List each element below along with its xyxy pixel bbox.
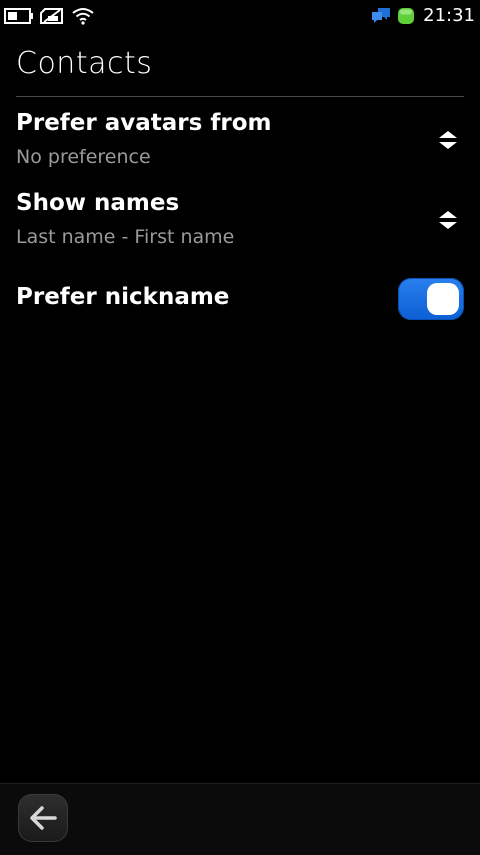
status-bar-right: 21:31	[371, 4, 475, 28]
page-title: Contacts	[16, 46, 153, 81]
setting-prefer-avatars[interactable]: Prefer avatars from No preference	[0, 104, 480, 180]
picker-icon[interactable]	[436, 208, 460, 232]
back-arrow-icon	[30, 806, 57, 830]
setting-title: Prefer nickname	[16, 284, 230, 310]
bottom-toolbar	[0, 783, 480, 855]
battery-icon	[4, 8, 33, 24]
chat-icon	[372, 8, 391, 23]
picker-icon[interactable]	[436, 128, 460, 152]
setting-show-names[interactable]: Show names Last name - First name	[0, 184, 480, 260]
prefer-nickname-toggle[interactable]	[398, 278, 464, 320]
setting-title: Show names	[16, 190, 180, 216]
header-divider	[16, 96, 464, 97]
sim-icon	[40, 8, 63, 24]
status-bar-left	[4, 6, 94, 26]
setting-prefer-nickname: Prefer nickname	[0, 276, 480, 322]
setting-title: Prefer avatars from	[16, 110, 272, 136]
wifi-icon	[72, 8, 94, 25]
toggle-knob	[427, 283, 459, 315]
status-bar: 21:31	[0, 0, 480, 34]
setting-value: Last name - First name	[16, 226, 235, 248]
back-button[interactable]	[18, 794, 68, 842]
setting-value: No preference	[16, 146, 151, 168]
status-time: 21:31	[423, 5, 475, 26]
presence-online-icon	[398, 8, 415, 24]
